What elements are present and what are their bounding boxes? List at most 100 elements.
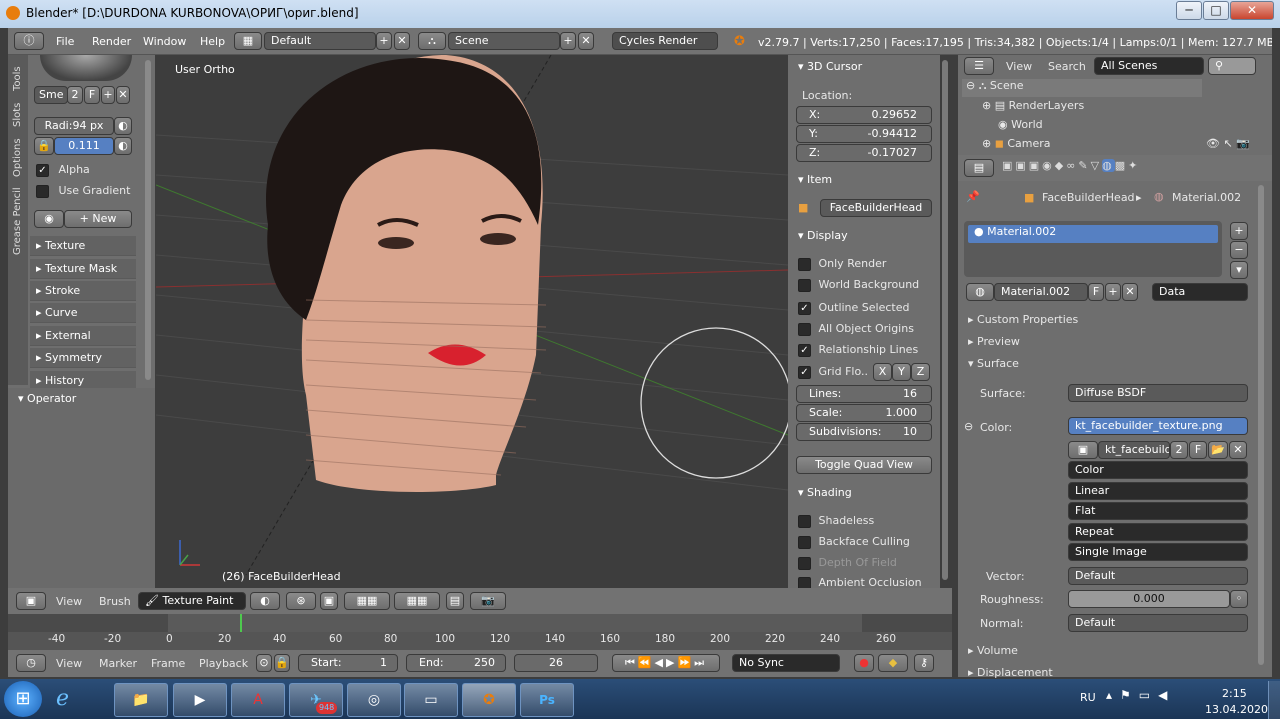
mask-icon[interactable]: ▣ [320,592,338,610]
cursor-y-field[interactable]: Y: -0.94412 [796,125,932,143]
shading-mode-icon[interactable]: ◐ [250,592,280,610]
projection-select[interactable]: Flat [1068,502,1248,520]
remove-scene-button[interactable]: ✕ [578,32,594,50]
grid-x-toggle[interactable]: X [873,363,892,381]
acrobat-icon[interactable]: A [231,683,285,717]
item-section-header[interactable]: ▾ Item [798,173,832,186]
section-symmetry[interactable]: ▸ Symmetry [30,348,136,368]
roughness-link-icon[interactable]: ◦ [1230,590,1248,608]
viewport-view-menu[interactable]: View [56,595,82,608]
only-render-checkbox[interactable] [798,257,811,271]
shadeless-checkbox[interactable] [798,514,811,528]
current-frame-field[interactable]: 26 [514,654,598,672]
preview-header[interactable]: ▸ Preview [968,335,1020,348]
keying-set-icon[interactable]: ⚷ [914,654,934,672]
image-fake-user[interactable]: F [1189,441,1207,459]
volume-header[interactable]: ▸ Volume [968,644,1018,657]
outliner-row-camera[interactable]: ⊕ ◼ Camera [982,137,1051,150]
backface-checkbox[interactable] [798,535,811,549]
shading-section-header[interactable]: ▾ Shading [798,486,852,499]
strength-lock-icon[interactable]: 🔒 [34,137,54,155]
timeline-playback-menu[interactable]: Playback [199,657,248,670]
cursor-x-field[interactable]: X: 0.29652 [796,106,932,124]
strength-field[interactable]: 0.111 [54,137,114,155]
outliner-row-world[interactable]: ◉ World [998,118,1043,131]
outliner-row-renderlayers[interactable]: ⊕ ▤ RenderLayers [982,99,1084,112]
origins-checkbox[interactable] [798,322,811,336]
display-section-header[interactable]: ▾ Display [798,229,848,242]
render-engine-select[interactable]: Cycles Render [612,32,718,50]
close-button[interactable]: ✕ [1230,1,1274,20]
media-player-icon[interactable]: ▶ [173,683,227,717]
maximize-button[interactable]: □ [1203,1,1229,20]
telegram-icon[interactable]: ✈ 948 [289,683,343,717]
image-browse-icon[interactable]: ▣ [1068,441,1098,459]
lines-field[interactable]: Lines: 16 [796,385,932,403]
tab-slots[interactable]: Slots [12,103,23,127]
surface-shader-select[interactable]: Diffuse BSDF [1068,384,1248,402]
slot-menu-button[interactable]: ▾ [1230,261,1248,279]
layout-field[interactable]: Default [264,32,376,50]
chrome-icon[interactable]: ◎ [347,683,401,717]
photoshop-icon[interactable]: Ps [520,683,574,717]
menu-render[interactable]: Render [92,35,131,48]
screenshot-icon[interactable]: 📷 [470,592,506,610]
color-space-select[interactable]: Color [1068,461,1248,479]
breadcrumb-pin-icon[interactable]: 📌 [966,190,980,203]
roughness-field[interactable]: 0.000 [1068,590,1230,608]
show-desktop-button[interactable] [1268,681,1280,719]
dof-checkbox[interactable] [798,556,811,570]
strength-pressure-icon[interactable]: ◐ [114,137,132,155]
timeline-marker-menu[interactable]: Marker [99,657,137,670]
tab-options[interactable]: Options [12,138,23,177]
keyframe-icon[interactable]: ◆ [878,654,908,672]
remove-layout-button[interactable]: ✕ [394,32,410,50]
blender-taskbar-icon[interactable]: ✪ [462,683,516,717]
rel-lines-checkbox[interactable]: ✓ [798,343,811,357]
section-texture-mask[interactable]: ▸ Texture Mask [30,259,136,279]
radius-pressure-icon[interactable]: ◐ [114,117,132,135]
surface-header[interactable]: ▾ Surface [968,357,1019,370]
vector-select[interactable]: Default [1068,567,1248,585]
extension-select[interactable]: Repeat [1068,523,1248,541]
remove-slot-button[interactable]: − [1230,241,1248,259]
unlink-brush-button[interactable]: ✕ [116,86,130,104]
unlink-material-button[interactable]: ✕ [1122,283,1138,301]
custom-props-header[interactable]: ▸ Custom Properties [968,313,1078,326]
minimize-button[interactable]: ─ [1176,1,1202,20]
image-users[interactable]: 2 [1170,441,1188,459]
section-curve[interactable]: ▸ Curve [30,303,136,323]
tray-icons[interactable]: ▴⚑▭◀ [1106,688,1175,702]
menu-window[interactable]: Window [143,35,186,48]
outline-checkbox[interactable]: ✓ [798,301,811,315]
radius-field[interactable]: Radi:94 px [34,117,114,135]
editor-type-icon[interactable]: ⓘ [14,32,44,50]
outliner-search-menu[interactable]: Search [1048,60,1086,73]
add-scene-button[interactable]: + [560,32,576,50]
brush-fake-user[interactable]: F [84,86,100,104]
operator-title[interactable]: ▾ Operator [18,392,76,405]
context-tab-icons[interactable]: ▣▣▣◉◆∞✎▽◍▩✦ [1002,159,1140,172]
layers-right-icon[interactable]: ▦▦ [394,592,440,610]
open-image-icon[interactable]: 📂 [1208,441,1228,459]
new-material-button[interactable]: + [1105,283,1121,301]
section-stroke[interactable]: ▸ Stroke [30,281,136,301]
3d-viewport[interactable]: User Ortho (26) FaceBuilderHead [156,55,788,588]
timeline-frame-menu[interactable]: Frame [151,657,185,670]
image-viewer-icon[interactable]: ▭ [404,683,458,717]
use-gradient-checkbox[interactable] [36,184,49,198]
material-slot-item[interactable]: ● Material.002 [968,225,1218,243]
item-name-field[interactable]: FaceBuilderHead [820,199,932,217]
toggle-quad-view-button[interactable]: Toggle Quad View [796,456,932,474]
properties-type-icon[interactable]: ▤ [964,159,994,177]
grid-z-toggle[interactable]: Z [911,363,930,381]
clock-time[interactable]: 2:15 [1222,687,1247,700]
grid-floor-checkbox[interactable]: ✓ [798,365,811,379]
timeline-view-menu[interactable]: View [56,657,82,670]
outliner-row-scene[interactable]: ⊖ ⛬ Scene [962,79,1202,97]
material-browse-icon[interactable]: ◍ [966,283,994,301]
add-slot-button[interactable]: + [1230,222,1248,240]
interpolation-select[interactable]: Linear [1068,482,1248,500]
brush-name-field[interactable]: Sme [34,86,68,104]
menu-file[interactable]: File [56,35,74,48]
